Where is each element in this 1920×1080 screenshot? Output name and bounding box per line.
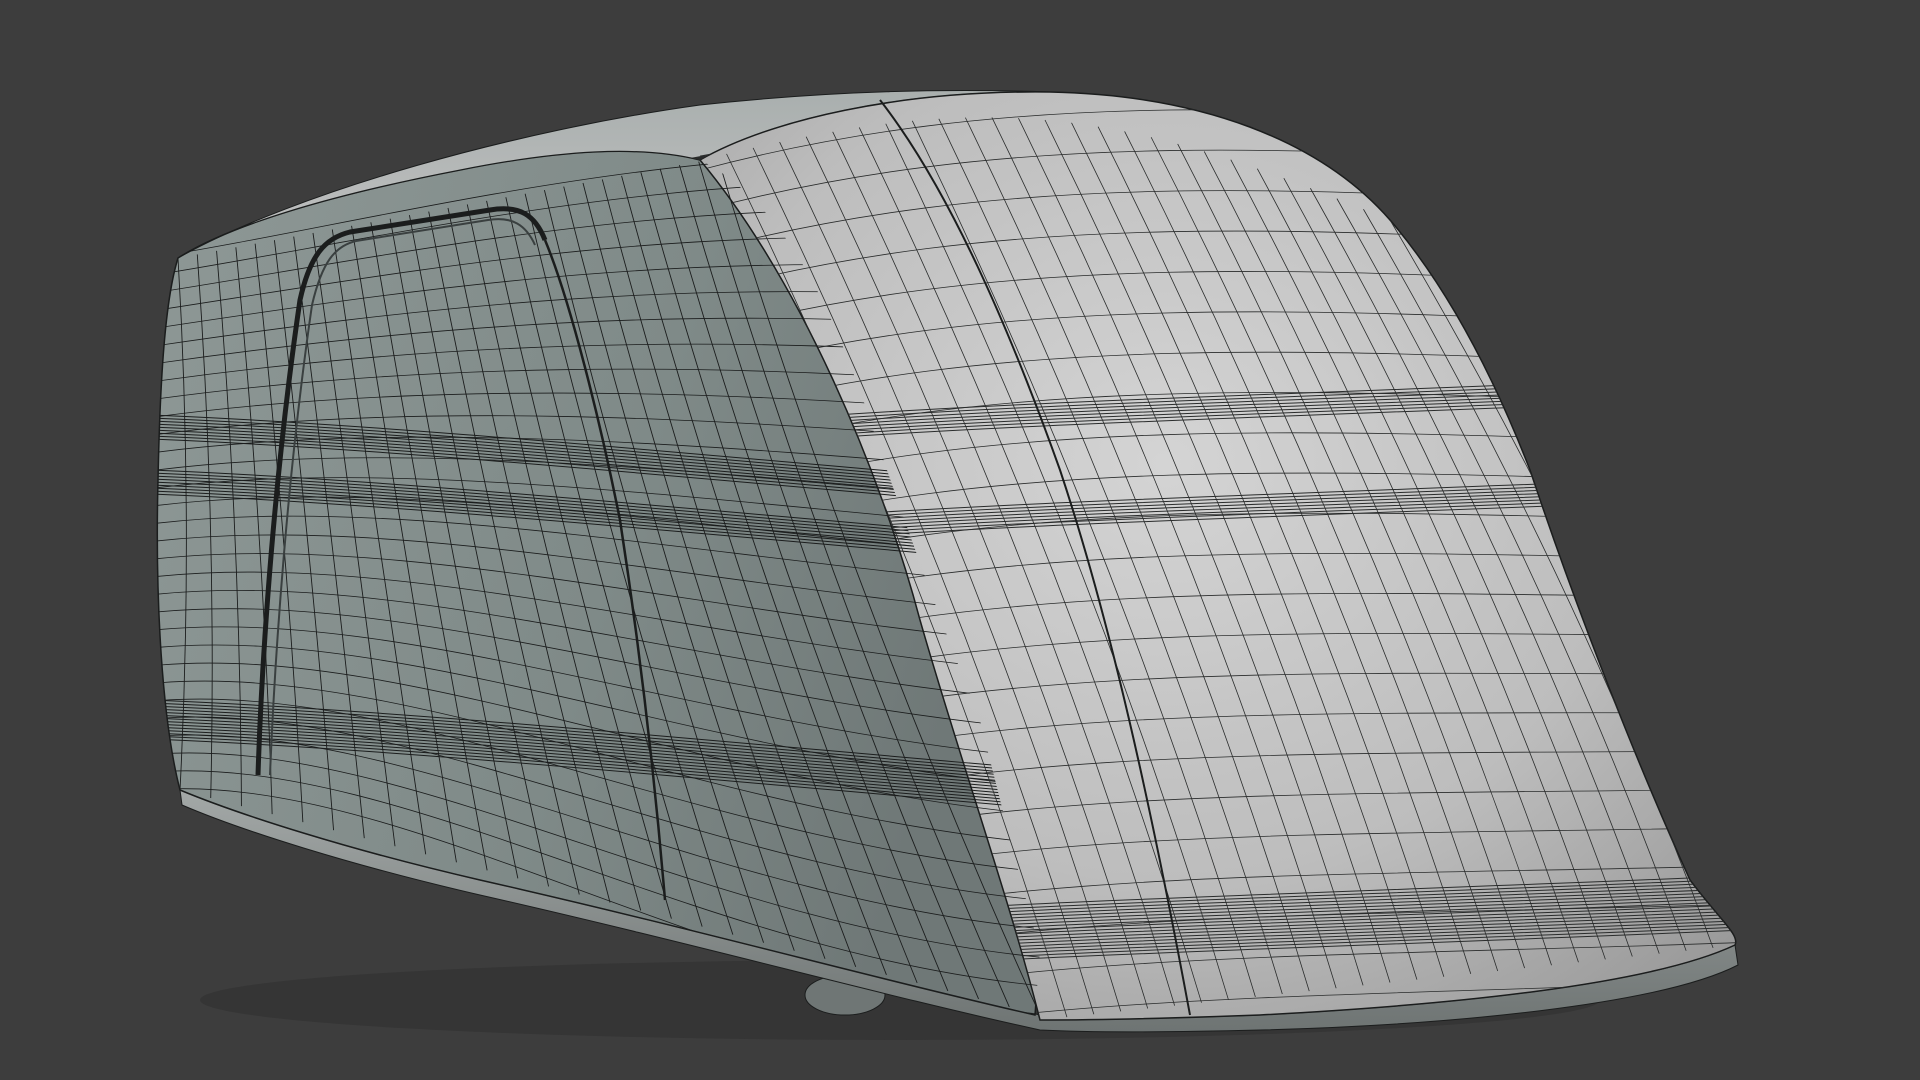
roof-edge-loop	[1048, 88, 1050, 90]
viewport-canvas[interactable]	[0, 0, 1920, 1080]
3d-viewport[interactable]	[0, 0, 1920, 1080]
